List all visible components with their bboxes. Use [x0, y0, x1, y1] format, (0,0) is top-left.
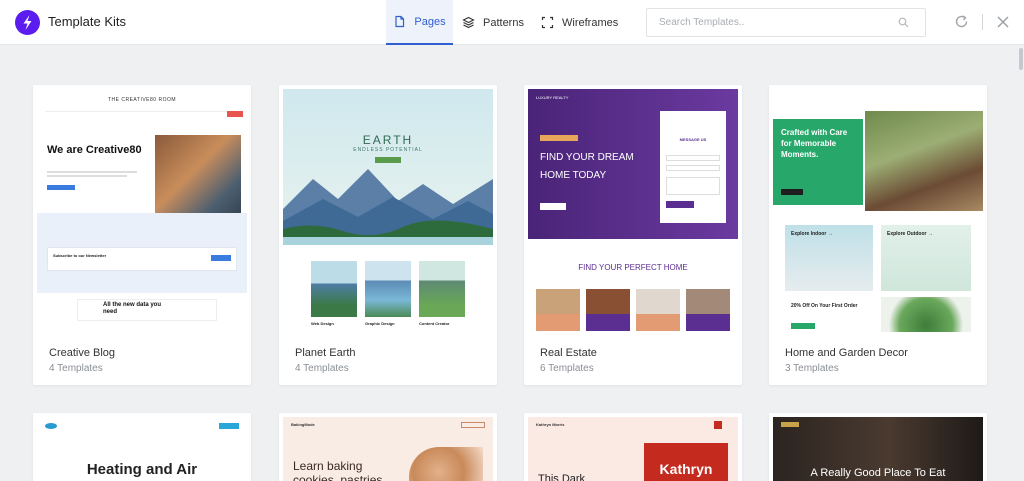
scrollbar-thumb[interactable]: [1019, 48, 1023, 70]
preview-item: Web Design: [311, 321, 334, 326]
template-preview: Heating and Air: [37, 417, 247, 481]
wireframe-frame-icon: [541, 16, 554, 29]
preview-box2: Explore Outdoor →: [887, 231, 933, 237]
preview-brand: THE CREATIVE80 ROOM: [107, 97, 177, 103]
preview-brand: BakingMode: [291, 422, 315, 427]
template-preview: LUXURY REALTY FIND YOUR DREAM HOME TODAY…: [528, 89, 738, 332]
preview-item: Content Creator: [419, 321, 450, 326]
preview-hero: Crafted with Care for Memorable Moments.: [781, 128, 848, 159]
template-card-count: 6 Templates: [540, 363, 594, 374]
preview-cover: Kathryn: [659, 461, 713, 477]
preview-offer: 20% Off On Your First Order: [791, 303, 858, 309]
template-preview: Crafted with Care for Memorable Moments.…: [773, 89, 983, 332]
template-preview: BakingMode Learn baking cookies, pastrie…: [283, 417, 493, 481]
tab-patterns[interactable]: Patterns: [462, 0, 524, 45]
preview-newsletter: Subscribe to our Newsletter: [53, 253, 107, 258]
template-card-count: 4 Templates: [49, 363, 103, 374]
preview-heading: We are Creative80: [47, 144, 142, 156]
template-card-baking[interactable]: BakingMode Learn baking cookies, pastrie…: [279, 413, 497, 481]
preview-hero-title: EARTH: [362, 133, 414, 147]
search-input[interactable]: [647, 9, 887, 36]
template-card-count: 3 Templates: [785, 363, 839, 374]
template-card-name: Creative Blog: [49, 347, 116, 359]
preview-brand: LUXURY REALTY: [536, 95, 569, 100]
template-card-name: Planet Earth: [295, 347, 356, 359]
preview-section: FIND YOUR PERFECT HOME: [578, 263, 688, 272]
template-preview: EARTH EARTH ENDLESS POTENTIAL Web Design…: [283, 89, 493, 332]
template-preview: A Really Good Place To Eat: [773, 417, 983, 481]
scrollbar[interactable]: [1017, 46, 1024, 481]
preview-promo: All the new data you need: [103, 302, 162, 315]
close-icon[interactable]: [996, 15, 1010, 29]
preview-heading: Learn baking cookies, pastries: [293, 459, 383, 481]
template-preview: THE CREATIVE80 ROOM We are Creative80 Su…: [37, 89, 247, 332]
preview-heading: A Really Good Place To Eat: [810, 467, 946, 479]
preview-heading: Heating and Air: [86, 461, 198, 478]
refresh-icon[interactable]: [954, 14, 969, 29]
template-card-real-estate[interactable]: LUXURY REALTY FIND YOUR DREAM HOME TODAY…: [524, 85, 742, 385]
header-divider: [982, 14, 983, 30]
preview-item: Graphic Design: [365, 321, 395, 326]
preview-hero: FIND YOUR DREAM HOME TODAY: [540, 152, 634, 181]
preview-form-title: MESSAGE US: [679, 137, 707, 142]
template-kits-logo-icon: [15, 10, 40, 35]
template-card-name: Home and Garden Decor: [785, 347, 908, 359]
template-card-restaurant[interactable]: A Really Good Place To Eat: [769, 413, 987, 481]
preview-hero-subtitle: ENDLESS POTENTIAL: [353, 147, 423, 153]
preview-heading: This Dark: [538, 473, 586, 481]
search-box: [646, 8, 926, 37]
page-icon: [395, 15, 405, 28]
template-card-heating-air[interactable]: Heating and Air: [33, 413, 251, 481]
tab-wireframes[interactable]: Wireframes: [541, 0, 618, 45]
search-icon[interactable]: [898, 17, 909, 28]
tab-patterns-label: Patterns: [483, 16, 524, 29]
tab-pages[interactable]: Pages: [386, 0, 453, 45]
preview-brand: Kathryn Morris: [536, 422, 565, 427]
template-card-author[interactable]: Kathryn Morris This Dark Kathryn: [524, 413, 742, 481]
preview-box1: Explore Indoor →: [791, 231, 833, 237]
tab-wireframes-label: Wireframes: [562, 16, 619, 29]
template-card-creative-blog[interactable]: THE CREATIVE80 ROOM We are Creative80 Su…: [33, 85, 251, 385]
mountain-landscape-image: [283, 169, 493, 245]
template-card-home-garden[interactable]: Crafted with Care for Memorable Moments.…: [769, 85, 987, 385]
app-title: Template Kits: [48, 14, 127, 29]
template-card-count: 4 Templates: [295, 363, 349, 374]
tab-pages-label: Pages: [414, 15, 446, 28]
template-preview: Kathryn Morris This Dark Kathryn: [528, 417, 738, 481]
template-card-name: Real Estate: [540, 347, 597, 359]
layers-icon: [462, 16, 475, 29]
template-card-planet-earth[interactable]: EARTH EARTH ENDLESS POTENTIAL Web Design…: [279, 85, 497, 385]
top-bar: Template Kits Pages Patterns Wireframes: [0, 0, 1024, 45]
